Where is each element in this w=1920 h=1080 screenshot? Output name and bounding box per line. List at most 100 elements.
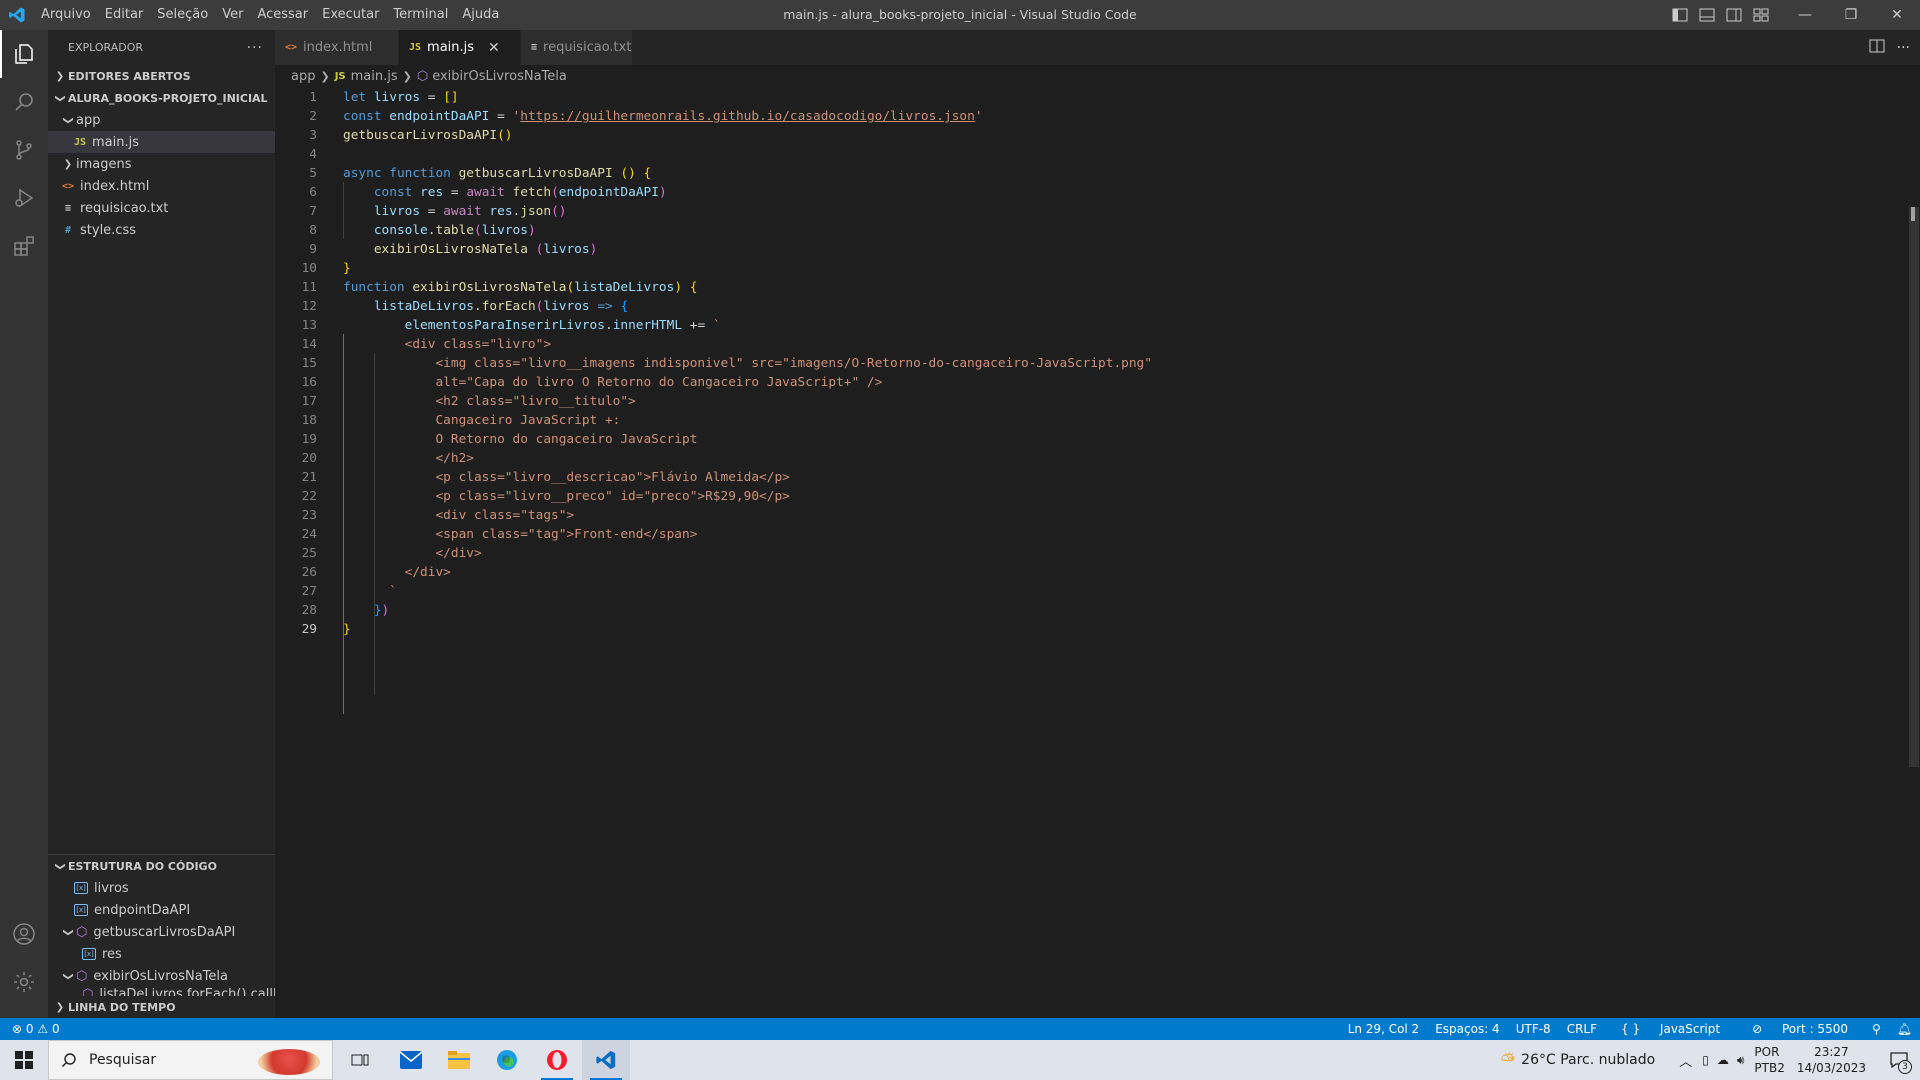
timeline-section[interactable]: ❯ LINHA DO TEMPO	[48, 996, 275, 1018]
vscode-taskbar-icon[interactable]	[582, 1040, 630, 1080]
menu-item-editar[interactable]: Editar	[98, 0, 151, 30]
code-editor[interactable]: 1 let livros = [] 2 const endpointDaAPI = '…	[275, 87, 1920, 1018]
menu-item-ajuda[interactable]: Ajuda	[455, 0, 506, 30]
onedrive-icon[interactable]: ☁︎	[1717, 1053, 1729, 1067]
restore-icon[interactable]: ❐	[1828, 0, 1874, 30]
tree-item-label: index.html	[80, 178, 150, 194]
gear-icon[interactable]	[0, 958, 48, 1006]
scrollbar-thumb[interactable]	[1909, 207, 1919, 767]
code-text: getbuscarLivrosDaAPI()	[343, 126, 513, 145]
tree-item-app[interactable]: ❯ app	[48, 109, 275, 131]
outline-item-label: getbuscarLivrosDaAPI	[93, 924, 236, 940]
bell-icon[interactable]: 🔔︎	[1889, 1022, 1920, 1036]
timeline-label: LINHA DO TEMPO	[68, 1000, 176, 1014]
tree-item-style-css[interactable]: # style.css	[48, 219, 275, 241]
code-token: <div class="livro">	[343, 337, 552, 352]
indentation[interactable]: Espaços: 4	[1427, 1022, 1508, 1036]
code-token: {	[620, 299, 629, 314]
outline-item[interactable]: [x] endpointDaAPI	[48, 899, 275, 921]
toggle-panel-icon[interactable]	[1693, 0, 1720, 30]
code-token: <h2 class="livro__titulo">	[343, 394, 636, 409]
language-indicator[interactable]: POR PTB2	[1754, 1044, 1784, 1076]
chevron-right-icon: ❯	[55, 1001, 65, 1013]
outline-item[interactable]: ❯ ⬡ exibirOsLivrosNaTela	[48, 965, 275, 987]
editor-scrollbar[interactable]	[1906, 87, 1920, 1018]
project-section[interactable]: ❯ ALURA_BOOKS-PROJETO_INICIAL	[48, 87, 275, 109]
tree-item-index-html[interactable]: <> index.html	[48, 175, 275, 197]
line-number: 17	[301, 394, 317, 409]
toggle-secondary-sidebar-icon[interactable]	[1720, 0, 1747, 30]
search-placeholder: Pesquisar	[89, 1052, 157, 1068]
code-text: }	[343, 620, 351, 639]
outline-item[interactable]: [x] livros	[48, 877, 275, 899]
breadcrumb-folder[interactable]: app	[291, 69, 315, 84]
windows-start-icon[interactable]	[0, 1040, 48, 1080]
source-control-icon[interactable]	[0, 126, 48, 174]
clock-date: 14/03/2023	[1796, 1061, 1866, 1075]
run-debug-icon[interactable]	[0, 174, 48, 222]
code-token: =>	[597, 299, 613, 314]
mail-app-icon[interactable]	[387, 1040, 435, 1080]
outline-section[interactable]: ❯ ESTRUTURA DO CÓDIGO	[48, 855, 275, 877]
warning-icon: ⚠	[37, 1022, 49, 1036]
feedback-icon[interactable]: ⚲	[1864, 1022, 1889, 1036]
edge-browser-icon[interactable]	[483, 1040, 531, 1080]
tree-item-requisicao-txt[interactable]: ≡ requisicao.txt	[48, 197, 275, 219]
notifications-icon[interactable]: 3	[1884, 1040, 1914, 1080]
weather-icon[interactable]: ⛅︎	[1501, 1050, 1515, 1071]
cursor-position[interactable]: Ln 29, Col 2	[1340, 1022, 1428, 1036]
code-token: }	[343, 261, 351, 276]
code-token: =	[443, 185, 467, 200]
menu-item-terminal[interactable]: Terminal	[386, 0, 455, 30]
explorer-icon[interactable]	[0, 30, 48, 78]
encoding[interactable]: UTF-8	[1508, 1022, 1559, 1036]
outline-item[interactable]: ❯ ⬡ getbuscarLivrosDaAPI	[48, 921, 275, 943]
code-text: <img class="livro__imagens indisponivel"…	[343, 354, 1152, 373]
line-number: 9	[309, 242, 317, 257]
device-icon[interactable]: ▯	[1702, 1053, 1709, 1067]
search-icon[interactable]	[0, 78, 48, 126]
extensions-icon[interactable]	[0, 222, 48, 270]
end-of-line[interactable]: CRLF	[1559, 1022, 1605, 1036]
outline-item[interactable]: [x] res	[48, 943, 275, 965]
weather-text[interactable]: 26°C Parc. nublado	[1521, 1052, 1655, 1068]
menu-item-seleo[interactable]: Seleção	[150, 0, 215, 30]
live-server-port[interactable]: ⊘ Port : 5500	[1736, 1022, 1864, 1036]
menu-item-arquivo[interactable]: Arquivo	[34, 0, 98, 30]
tab-index-html[interactable]: <> index.html	[275, 30, 399, 65]
task-view-icon[interactable]	[336, 1040, 384, 1080]
open-editors-section[interactable]: ❯ EDITORES ABERTOS	[48, 65, 275, 87]
breadcrumb-symbol[interactable]: exibirOsLivrosNaTela	[432, 69, 567, 84]
account-icon[interactable]	[0, 910, 48, 958]
tree-item-main-js[interactable]: JS main.js	[48, 131, 275, 153]
tree-item-label: main.js	[92, 134, 139, 150]
text-file-icon: ≡	[531, 42, 538, 53]
menu-item-executar[interactable]: Executar	[315, 0, 386, 30]
toggle-primary-sidebar-icon[interactable]	[1666, 0, 1693, 30]
code-text: `	[343, 582, 397, 601]
editor-more-icon[interactable]: ···	[1897, 40, 1910, 56]
vscode-logo-icon[interactable]	[0, 0, 34, 30]
close-window-icon[interactable]: ✕	[1874, 0, 1920, 30]
tab-main-js[interactable]: JS main.js ✕	[399, 30, 521, 65]
opera-browser-icon[interactable]	[533, 1040, 581, 1080]
close-tab-icon[interactable]: ✕	[488, 40, 500, 56]
minimize-icon[interactable]: —	[1782, 0, 1828, 30]
language-mode[interactable]: { } JavaScript	[1605, 1022, 1736, 1036]
taskbar-search[interactable]: Pesquisar	[48, 1040, 333, 1080]
menu-item-ver[interactable]: Ver	[215, 0, 250, 30]
menu-item-acessar[interactable]: Acessar	[250, 0, 315, 30]
tab-requisicao-txt[interactable]: ≡ requisicao.txt	[521, 30, 633, 65]
js-file-icon: JS	[409, 42, 422, 53]
customize-layout-icon[interactable]	[1747, 0, 1774, 30]
volume-icon[interactable]: 🔊︎	[1737, 1053, 1745, 1068]
file-explorer-icon[interactable]	[435, 1040, 483, 1080]
split-editor-icon[interactable]	[1869, 38, 1885, 57]
breadcrumb-file[interactable]: main.js	[351, 69, 398, 84]
clock[interactable]: 23:27 14/03/2023	[1797, 1044, 1866, 1076]
chevron-up-icon[interactable]: ︿	[1679, 1051, 1692, 1070]
more-actions-icon[interactable]: ···	[247, 40, 263, 56]
problems-indicator[interactable]: ⊗ 0 ⚠ 0	[0, 1022, 60, 1036]
tree-item-imagens[interactable]: ❯ imagens	[48, 153, 275, 175]
